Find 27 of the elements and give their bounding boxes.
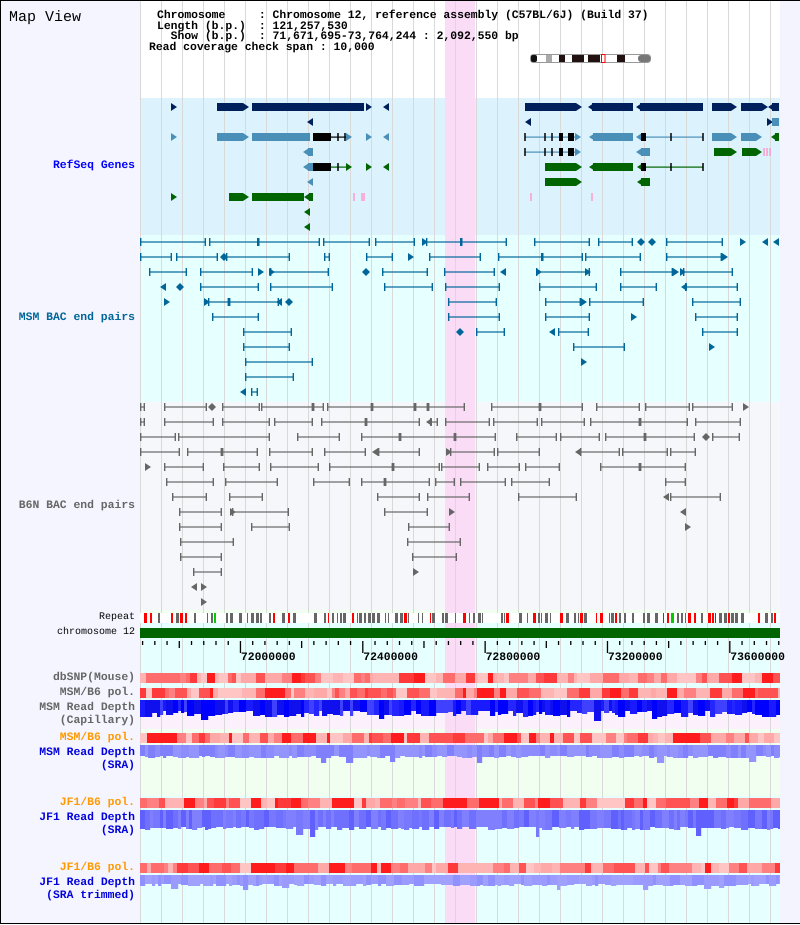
track-label: Repeat: [98, 611, 135, 624]
map-view-title: Map View: [9, 9, 82, 26]
info-value: : 71,671,695-73,764,244 : 2,092,550 bp: [258, 32, 519, 42]
axis-label: 72400000: [363, 652, 418, 664]
track-label: JF1/B6 pol.: [60, 796, 135, 810]
track-label: MSM BAC end pairs: [18, 312, 135, 325]
track-label: B6N BAC end pairs: [18, 500, 135, 512]
track-label: JF1 Read Depth (SRA trimmed): [38, 877, 135, 903]
axis-label: 73200000: [608, 652, 663, 664]
track-label: dbSNP(Mouse): [52, 672, 135, 685]
track-label: JF1/B6 pol.: [60, 862, 135, 874]
info-value: : 121,257,530: [258, 22, 348, 32]
track-label: chromosome 12: [56, 626, 135, 639]
track-label: MSM/B6 pol.: [60, 686, 135, 700]
track-label: MSM Read Depth (SRA): [38, 747, 135, 773]
track-label: JF1 Read Depth (SRA): [38, 812, 135, 838]
info-label: Show (b.p.): [170, 32, 246, 42]
coverage-info: Read coverage check span : 10,000: [149, 42, 376, 53]
axis-label: 72800000: [486, 652, 540, 664]
track-label: MSM Read Depth (Capillary): [38, 702, 135, 728]
axis-label: 73600000: [730, 652, 785, 664]
info-label: Chromosome: [157, 11, 226, 22]
axis-label: 72000000: [240, 652, 296, 664]
info-value: : Chromosome 12, reference assembly (C57BL/6J) (Build 37): [258, 11, 648, 22]
track-label: RefSeq Genes: [52, 160, 135, 173]
info-label: Length (b.p.): [157, 22, 246, 32]
track-label: MSM/B6 pol.: [60, 732, 135, 744]
